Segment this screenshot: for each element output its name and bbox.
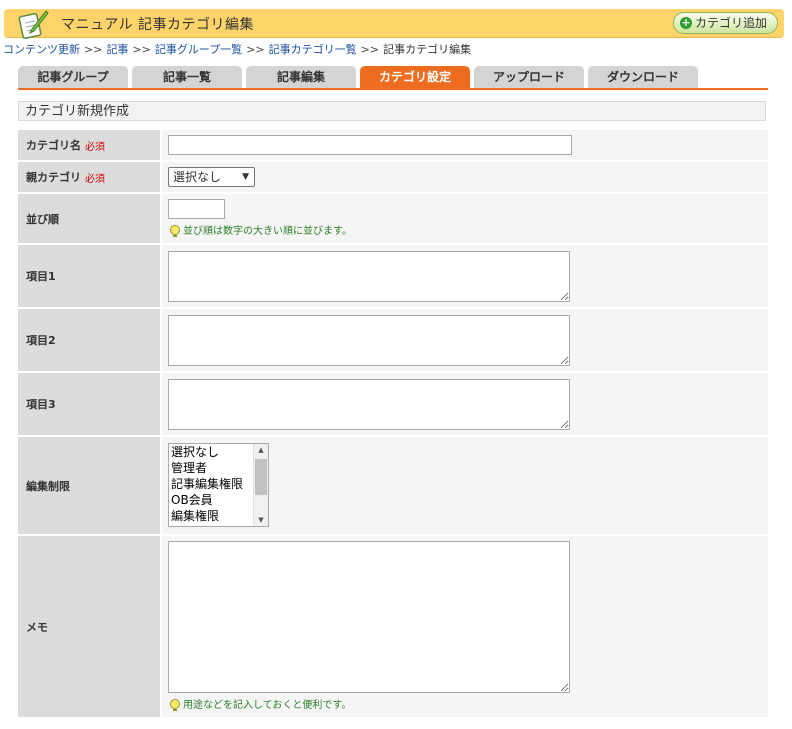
form-row-item1: 項目1 (18, 245, 768, 307)
form-row-edit-restriction: 編集制限 選択なし 管理者 記事編集権限 OB会員 編集権限 ▲ ▼ (18, 437, 768, 534)
breadcrumb-separator: >> (84, 43, 103, 56)
order-hint: 並び順は数字の大きい順に並びます。 (170, 222, 352, 237)
edit-notepad-icon (18, 10, 49, 39)
form-row-category-name: カテゴリ名 必須 (18, 130, 768, 160)
memo-hint-text: 用途などを記入しておくと便利です。 (183, 700, 352, 711)
page-title: マニュアル 記事カテゴリ編集 (61, 17, 255, 33)
add-category-button[interactable]: + カテゴリ追加 (672, 12, 778, 34)
form-value: 用途などを記入しておくと便利です。 (162, 536, 768, 717)
form-label: 並び順 (18, 194, 160, 243)
item3-textarea[interactable] (168, 379, 570, 430)
listbox-scrollbar[interactable]: ▲ ▼ (253, 444, 268, 526)
form-label: 項目2 (18, 309, 160, 371)
breadcrumb-link-article[interactable]: 記事 (106, 43, 128, 56)
tab-category-settings[interactable]: カテゴリ設定 (360, 66, 470, 88)
form-value: 並び順は数字の大きい順に並びます。 (162, 194, 768, 243)
title-bar: マニュアル 記事カテゴリ編集 + カテゴリ追加 (4, 9, 784, 39)
scroll-up-arrow-icon[interactable]: ▲ (254, 444, 268, 456)
dropdown-arrow-icon: ▼ (242, 172, 249, 182)
item1-textarea[interactable] (168, 251, 570, 302)
memo-label: メモ (26, 620, 48, 634)
item2-textarea[interactable] (168, 315, 570, 366)
breadcrumb-link-content-update[interactable]: コンテンツ更新 (3, 43, 80, 56)
tab-article-list[interactable]: 記事一覧 (132, 66, 242, 88)
form-label: メモ (18, 536, 160, 717)
order-label: 並び順 (26, 212, 59, 226)
order-hint-text: 並び順は数字の大きい順に並びます。 (183, 226, 352, 237)
scroll-down-arrow-icon[interactable]: ▼ (254, 514, 268, 526)
tab-article-edit[interactable]: 記事編集 (246, 66, 356, 88)
breadcrumb-link-article-category-list[interactable]: 記事カテゴリ一覧 (269, 43, 357, 56)
parent-category-selected: 選択なし (173, 170, 222, 184)
order-input[interactable] (168, 199, 225, 219)
form-value (162, 130, 768, 160)
form-value (162, 309, 768, 371)
form-label: 項目3 (18, 373, 160, 435)
breadcrumb-link-article-group-list[interactable]: 記事グループ一覧 (155, 43, 242, 56)
memo-textarea[interactable] (168, 541, 570, 693)
tab-upload[interactable]: アップロード (474, 66, 584, 88)
lightbulb-icon (170, 698, 180, 711)
required-mark: 必須 (85, 173, 105, 185)
form-row-parent-category: 親カテゴリ 必須 選択なし ▼ (18, 162, 768, 192)
form-row-item3: 項目3 (18, 373, 768, 435)
scrollbar-thumb[interactable] (255, 459, 267, 495)
form-row-memo: メモ 用途などを記入しておくと便利です。 (18, 536, 768, 717)
required-mark: 必須 (85, 141, 105, 153)
form-value: 選択なし ▼ (162, 162, 768, 192)
tab-download[interactable]: ダウンロード (588, 66, 698, 88)
form-value: 選択なし 管理者 記事編集権限 OB会員 編集権限 ▲ ▼ (162, 437, 768, 534)
breadcrumb: コンテンツ更新 >> 記事 >> 記事グループ一覧 >> 記事カテゴリ一覧 >> 記事カテゴリ編… (3, 41, 471, 57)
breadcrumb-separator: >> (246, 43, 265, 56)
category-name-label: カテゴリ名 (26, 139, 81, 152)
form-label: 項目1 (18, 245, 160, 307)
parent-category-select[interactable]: 選択なし ▼ (168, 167, 255, 187)
form-label: カテゴリ名 必須 (18, 130, 160, 160)
form-row-order: 並び順 並び順は数字の大きい順に並びます。 (18, 194, 768, 243)
parent-category-label: 親カテゴリ (26, 171, 81, 184)
item1-label: 項目1 (26, 270, 56, 283)
item3-label: 項目3 (26, 398, 56, 411)
lightbulb-icon (170, 224, 180, 237)
memo-hint: 用途などを記入しておくと便利です。 (170, 696, 351, 711)
breadcrumb-separator: >> (360, 43, 380, 56)
section-title: カテゴリ新規作成 (18, 101, 766, 121)
form-value (162, 245, 768, 307)
edit-restriction-label: 編集制限 (26, 479, 70, 493)
form-value (162, 373, 768, 435)
edit-restriction-listbox[interactable]: 選択なし 管理者 記事編集権限 OB会員 編集権限 ▲ ▼ (168, 443, 269, 527)
category-name-input[interactable] (168, 135, 572, 155)
item2-label: 項目2 (26, 334, 56, 347)
tab-article-group[interactable]: 記事グループ (18, 66, 128, 88)
tab-bar: 記事グループ 記事一覧 記事編集 カテゴリ設定 アップロード ダウンロード (18, 66, 702, 88)
form-label: 編集制限 (18, 437, 160, 534)
tab-underline (18, 88, 768, 90)
form-label: 親カテゴリ 必須 (18, 162, 160, 192)
add-category-button-label: カテゴリ追加 (694, 16, 767, 30)
form-row-item2: 項目2 (18, 309, 768, 371)
breadcrumb-current: 記事カテゴリ編集 (383, 43, 472, 56)
plus-circle-icon: + (679, 16, 692, 29)
breadcrumb-separator: >> (132, 43, 151, 56)
